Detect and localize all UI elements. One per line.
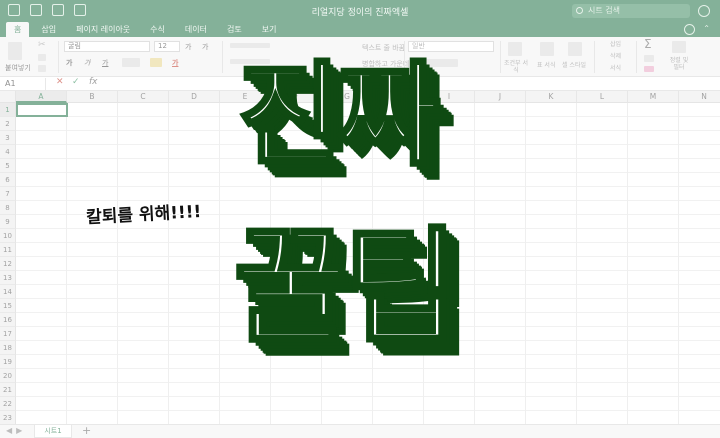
overlay-title-line1: 진짜 <box>236 51 442 181</box>
excel-window: 리얼지당 정이의 진짜엑셀 시트 검색 홈 삽입 페이지 레이아웃 수식 데이터… <box>0 0 720 438</box>
overlay-title-line2: 꿀팁 <box>232 216 460 360</box>
